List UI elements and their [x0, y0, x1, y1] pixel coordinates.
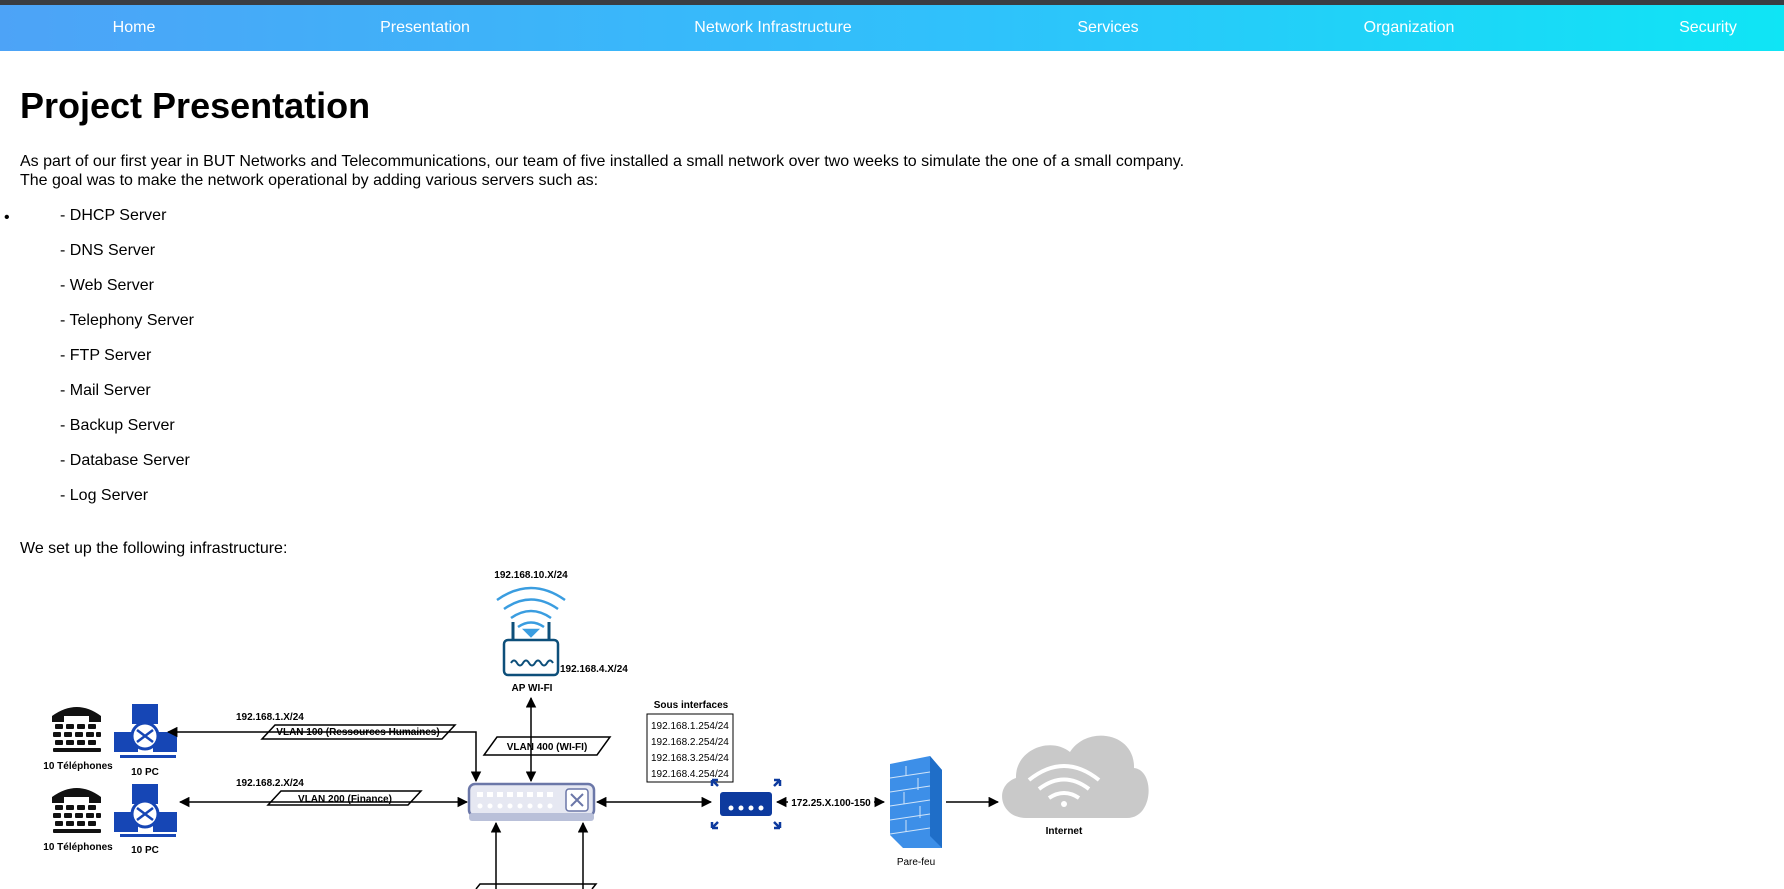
vlan100-subnet-label: 192.168.1.X/24 [236, 712, 304, 723]
wifi-access-point: 192.168.10.X/24 AP WI-FI 192.168.4.X/24 [494, 570, 628, 694]
vlan200-subnet-label: 192.168.2.X/24 [236, 778, 304, 789]
wan-link-label: 172.25.X.100-150 [791, 798, 871, 809]
phones-label-1: 10 Téléphones [43, 761, 113, 772]
pc-group-icon [114, 784, 177, 837]
ap-label: AP WI-FI [512, 683, 553, 694]
cloud-icon [1002, 735, 1149, 818]
subif-4: 192.168.4.254/24 [651, 769, 729, 780]
phone-icon [52, 788, 101, 833]
ap-subnet-label: 192.168.10.X/24 [494, 570, 568, 581]
subinterfaces-title: Sous interfaces [654, 700, 729, 711]
router-icon [710, 778, 782, 830]
switch-icon [467, 782, 596, 821]
internet-label: Internet [1046, 826, 1083, 837]
phone-icon [52, 707, 101, 752]
pc-group-icon [114, 704, 177, 758]
network-diagram: 192.168.10.X/24 AP WI-FI 192.168.4.X/24 … [43, 570, 1149, 889]
vlan400-label: VLAN 400 (WI-FI) [507, 742, 588, 753]
subif-1: 192.168.1.254/24 [651, 721, 729, 732]
router-icon [502, 638, 560, 677]
ap-ip-label: 192.168.4.X/24 [560, 664, 628, 675]
phones-label-2: 10 Téléphones [43, 842, 113, 853]
firewall-label: Pare-feu [897, 857, 935, 868]
subif-3: 192.168.3.254/24 [651, 753, 729, 764]
vlan200-label: VLAN 200 (Finance) [298, 794, 392, 805]
wifi-icon [496, 586, 566, 638]
subif-2: 192.168.2.254/24 [651, 737, 729, 748]
pcs-label-1: 10 PC [131, 767, 159, 778]
pcs-label-2: 10 PC [131, 845, 159, 856]
firewall-icon [889, 756, 942, 848]
